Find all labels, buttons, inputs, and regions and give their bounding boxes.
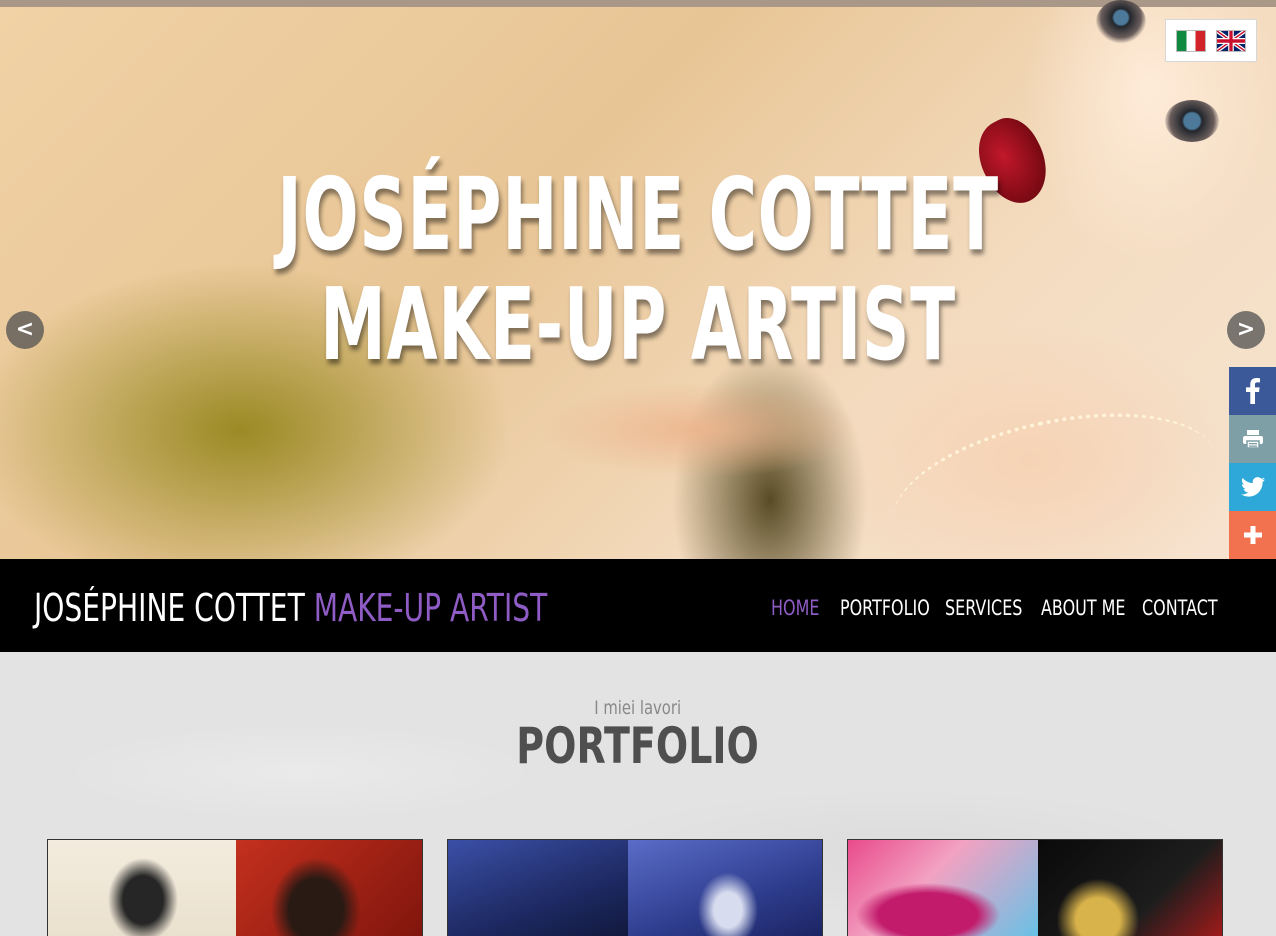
portfolio-image (628, 840, 822, 936)
portfolio-image (236, 840, 422, 936)
share-twitter-button[interactable] (1229, 463, 1276, 511)
hero-title: JOSÉPHINE COTTET MAKE-UP ARTIST (217, 160, 1059, 380)
hero-top-strip (0, 0, 1276, 7)
nav-about-me[interactable]: ABOUT ME (1041, 595, 1126, 621)
nav-portfolio[interactable]: PORTFOLIO (840, 595, 930, 621)
hero-title-line2: MAKE-UP ARTIST (320, 266, 956, 383)
portfolio-image (848, 840, 1038, 936)
chevron-right-icon: > (1236, 317, 1256, 342)
hero-slider: JOSÉPHINE COTTET MAKE-UP ARTIST < > (0, 0, 1276, 559)
nav-home[interactable]: HOME (771, 595, 819, 621)
brand-tagline: MAKE-UP ARTIST (313, 586, 548, 630)
twitter-icon (1240, 477, 1265, 497)
slider-prev-button[interactable]: < (6, 311, 44, 349)
hero-image-detail (879, 387, 1231, 559)
plus-icon (1243, 526, 1262, 544)
portfolio-section: I miei lavori PORTFOLIO (0, 652, 1276, 936)
hero-title-line1: JOSÉPHINE COTTET (277, 156, 999, 273)
share-print-button[interactable] (1229, 415, 1276, 463)
print-icon (1242, 430, 1263, 449)
portfolio-image (48, 840, 236, 936)
share-more-button[interactable] (1229, 511, 1276, 559)
portfolio-card[interactable] (47, 839, 423, 936)
chevron-left-icon: < (15, 317, 35, 342)
section-title: PORTFOLIO (516, 717, 760, 775)
portfolio-card[interactable] (447, 839, 823, 936)
nav-services[interactable]: SERVICES (945, 595, 1022, 621)
hero-image-detail (1165, 100, 1219, 142)
language-switcher (1165, 19, 1257, 62)
nav-contact[interactable]: CONTACT (1142, 595, 1218, 621)
slider-next-button[interactable]: > (1227, 311, 1265, 349)
site-logo[interactable]: JOSÉPHINE COTTET MAKE-UP ARTIST (34, 585, 547, 631)
share-facebook-button[interactable] (1229, 367, 1276, 415)
italy-flag-icon[interactable] (1176, 30, 1206, 52)
uk-flag-icon[interactable] (1216, 30, 1246, 52)
facebook-icon (1245, 378, 1260, 404)
brand-name: JOSÉPHINE COTTET (34, 586, 305, 630)
portfolio-image (1038, 840, 1222, 936)
portfolio-image (448, 840, 628, 936)
main-navbar: JOSÉPHINE COTTET MAKE-UP ARTIST HOME POR… (0, 559, 1276, 652)
portfolio-card[interactable] (847, 839, 1223, 936)
hero-image-detail (1096, 0, 1146, 44)
